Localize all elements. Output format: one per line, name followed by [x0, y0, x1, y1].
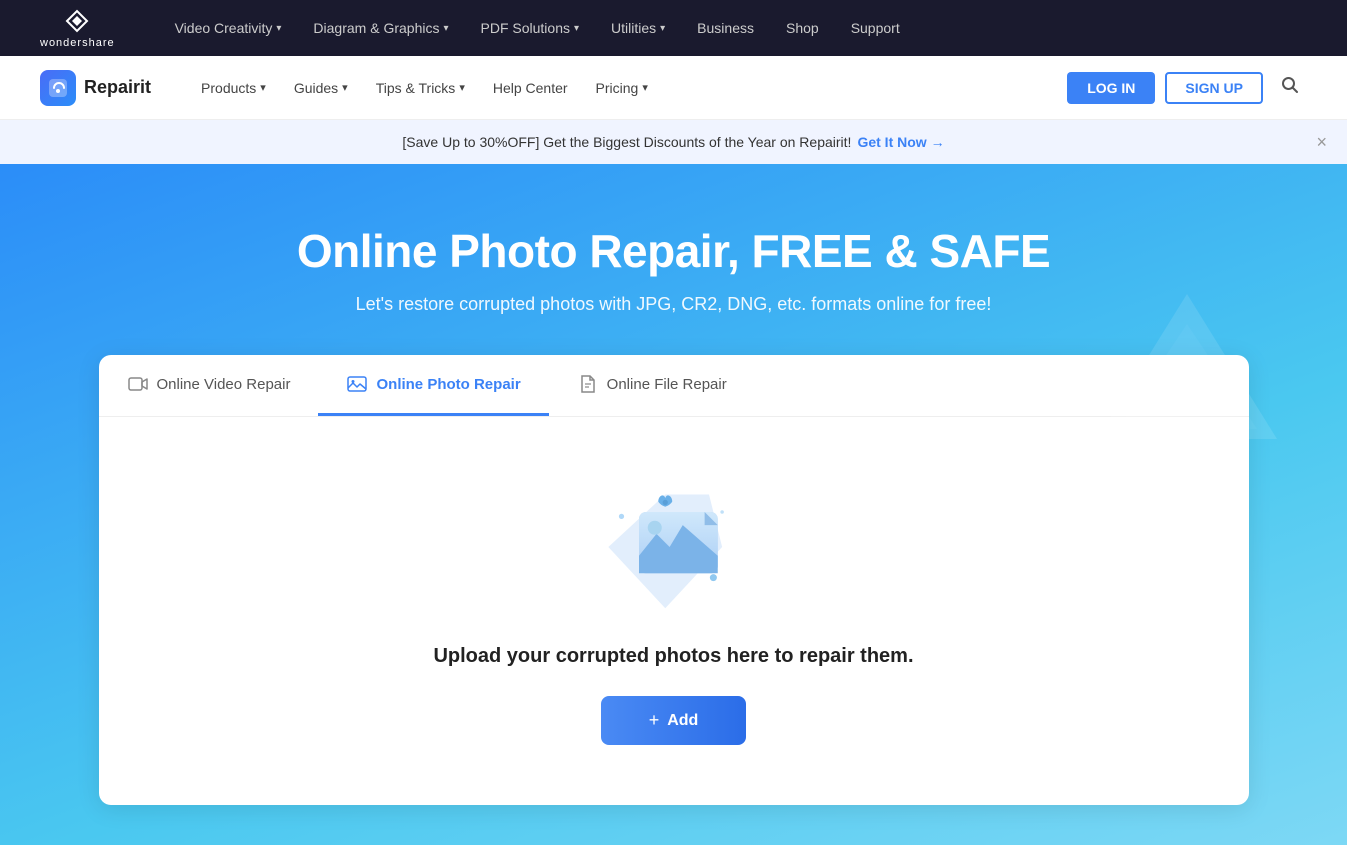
brand-name: Repairit: [84, 77, 151, 98]
search-icon: [1281, 76, 1299, 94]
add-label: Add: [667, 712, 698, 730]
brand-area[interactable]: Repairit: [40, 70, 151, 106]
nav-guides[interactable]: Guides ▾: [284, 74, 358, 102]
top-nav-support[interactable]: Support: [851, 20, 900, 36]
login-button[interactable]: LOG IN: [1067, 72, 1155, 104]
second-nav-actions: LOG IN SIGN UP: [1067, 72, 1307, 104]
chevron-down-icon: ▾: [276, 23, 281, 34]
nav-products[interactable]: Products ▾: [191, 74, 276, 102]
top-nav-utilities[interactable]: Utilities ▾: [611, 20, 665, 36]
nav-pricing[interactable]: Pricing ▾: [586, 74, 658, 102]
promo-text: [Save Up to 30%OFF] Get the Biggest Disc…: [402, 134, 851, 150]
signup-button[interactable]: SIGN UP: [1165, 72, 1263, 104]
add-button[interactable]: + Add: [601, 696, 747, 745]
top-nav-shop[interactable]: Shop: [786, 20, 819, 36]
hero-section: Online Photo Repair, FREE & SAFE Let's r…: [0, 164, 1347, 845]
chevron-down-icon: ▾: [642, 81, 648, 94]
chevron-down-icon: ▾: [260, 81, 266, 94]
hero-title: Online Photo Repair, FREE & SAFE: [297, 224, 1050, 278]
nav-help-center[interactable]: Help Center: [483, 74, 578, 102]
top-nav-video-creativity[interactable]: Video Creativity ▾: [175, 20, 282, 36]
repairit-icon: [40, 70, 76, 106]
tab-photo-label: Online Photo Repair: [376, 376, 520, 393]
promo-cta-link[interactable]: Get It Now →: [857, 134, 944, 150]
search-button[interactable]: [1273, 72, 1307, 103]
banner-close-button[interactable]: ×: [1316, 132, 1327, 153]
tab-video-label: Online Video Repair: [157, 376, 291, 393]
chevron-down-icon: ▾: [443, 23, 448, 34]
top-nav: wondershare Video Creativity ▾ Diagram &…: [0, 0, 1347, 56]
chevron-down-icon: ▾: [342, 81, 348, 94]
top-nav-pdf-solutions[interactable]: PDF Solutions ▾: [481, 20, 580, 36]
tab-file-label: Online File Repair: [607, 376, 727, 393]
top-nav-business[interactable]: Business: [697, 20, 754, 36]
second-nav-items: Products ▾ Guides ▾ Tips & Tricks ▾ Help…: [191, 74, 1067, 102]
tab-video-repair[interactable]: Online Video Repair: [99, 355, 319, 416]
tabs-panel: Online Video Repair Online Photo Repair: [99, 355, 1249, 805]
wondershare-logo[interactable]: wondershare: [40, 7, 115, 49]
video-tab-icon: [127, 373, 149, 395]
upload-illustration: [594, 477, 754, 617]
promo-banner: [Save Up to 30%OFF] Get the Biggest Disc…: [0, 120, 1347, 164]
tab-file-repair[interactable]: Online File Repair: [549, 355, 755, 416]
photo-tab-icon: [346, 373, 368, 395]
top-nav-diagram-graphics[interactable]: Diagram & Graphics ▾: [313, 20, 448, 36]
hero-bg-decoration: [1087, 284, 1287, 489]
add-icon: +: [649, 710, 660, 731]
file-tab-icon: [577, 373, 599, 395]
chevron-down-icon: ▾: [660, 23, 665, 34]
upload-text: Upload your corrupted photos here to rep…: [433, 645, 913, 668]
tab-photo-repair[interactable]: Online Photo Repair: [318, 355, 548, 416]
chevron-down-icon: ▾: [574, 23, 579, 34]
nav-tips-tricks[interactable]: Tips & Tricks ▾: [366, 74, 475, 102]
chevron-down-icon: ▾: [459, 81, 465, 94]
upload-area: Upload your corrupted photos here to rep…: [99, 417, 1249, 805]
tabs-header: Online Video Repair Online Photo Repair: [99, 355, 1249, 417]
wondershare-text: wondershare: [40, 37, 115, 49]
second-nav: Repairit Products ▾ Guides ▾ Tips & Tric…: [0, 56, 1347, 120]
hero-subtitle: Let's restore corrupted photos with JPG,…: [356, 294, 992, 315]
top-nav-items: Video Creativity ▾ Diagram & Graphics ▾ …: [175, 20, 1307, 36]
